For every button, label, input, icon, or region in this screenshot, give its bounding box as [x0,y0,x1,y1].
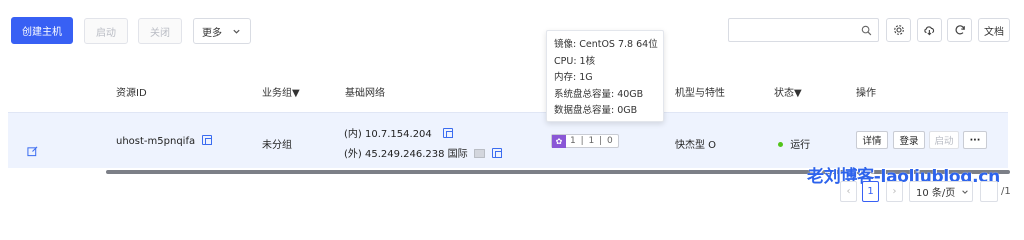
config-badge[interactable]: ✿ 1 | 1 | 0 [551,134,619,148]
search-input[interactable] [733,19,858,41]
header-status[interactable]: 状态▼ [774,84,802,99]
docs-button[interactable]: 文档 [978,18,1010,42]
next-page-button[interactable]: › [886,181,903,202]
model-value: 快杰型 O [675,140,717,151]
tooltip-image: 镜像: CentOS 7.8 64位 [554,39,658,50]
config-cell[interactable]: ✿ 1 | 1 | 0 [551,134,619,148]
public-ip-cell: (外) 45.249.246.238 国际 [344,145,503,160]
cloud-download-icon [924,26,935,36]
network-icon[interactable] [473,149,485,158]
edit-icon[interactable] [27,146,38,157]
chevron-down-icon [233,29,240,34]
more-dropdown[interactable]: 更多 [193,18,251,44]
header-resource-id[interactable]: 资源ID [116,84,147,99]
more-label: 更多 [202,27,222,39]
gear-icon [893,25,904,35]
header-model: 机型与特性 [675,88,725,99]
private-ip-cell: (内) 10.7.154.204 [344,125,453,140]
header-network: 基础网络 [345,88,385,99]
download-button[interactable] [917,18,942,42]
header-business-group[interactable]: 业务组▼ [262,84,300,99]
config-tooltip: 镜像: CentOS 7.8 64位 CPU: 1核 内存: 1G 系统盘总容量… [546,30,664,122]
start-button[interactable]: 启动 [84,18,128,44]
public-ip: (外) 45.249.246.238 国际 [344,149,468,160]
resource-id[interactable]: uhost-m5pnqifa [116,136,195,147]
row-start-button[interactable]: 启动 [929,131,959,149]
status-dot-icon [778,142,783,147]
tooltip-system-disk: 系统盘总容量: 40GB [554,88,644,100]
status-cell: 运行 [778,136,810,151]
copy-icon[interactable] [442,128,453,138]
page-jump-input[interactable] [980,181,998,202]
login-button[interactable]: 登录 [893,131,925,149]
resource-id-cell: uhost-m5pnqifa [116,135,213,147]
chip-icon: ✿ [552,134,566,148]
details-button[interactable]: 详情 [856,131,888,149]
copy-icon[interactable] [492,148,503,158]
stop-button[interactable]: 关闭 [138,18,182,44]
tooltip-cpu: CPU: 1核 [554,55,596,67]
search-icon[interactable] [861,25,872,36]
private-ip: (内) 10.7.154.204 [344,129,432,140]
copy-icon[interactable] [202,135,213,145]
page-size-select[interactable]: 10 条/页 [909,181,973,202]
status-value: 运行 [790,140,811,151]
total-pages: /1 [1001,186,1011,197]
row-more-button[interactable]: ··· [963,131,987,149]
page-number[interactable]: 1 [862,181,879,202]
settings-button[interactable] [886,18,911,42]
refresh-button[interactable] [947,18,972,42]
header-actions: 操作 [856,88,876,99]
refresh-icon [955,25,965,35]
table-header: 资源ID 业务组▼ 基础网络 机型与特性 状态▼ 操作 [8,74,1008,112]
prev-page-button[interactable]: ‹ [840,181,857,202]
business-group-value: 未分组 [262,140,292,151]
search-box[interactable] [728,18,879,42]
chevron-down-icon [962,189,969,194]
page-size-value: 10 条/页 [916,188,956,199]
create-host-button[interactable]: 创建主机 [11,17,73,44]
tooltip-memory: 内存: 1G [554,72,593,83]
config-values: 1 | 1 | 0 [570,136,614,146]
tooltip-data-disk: 数据盘总容量: 0GB [554,105,638,116]
